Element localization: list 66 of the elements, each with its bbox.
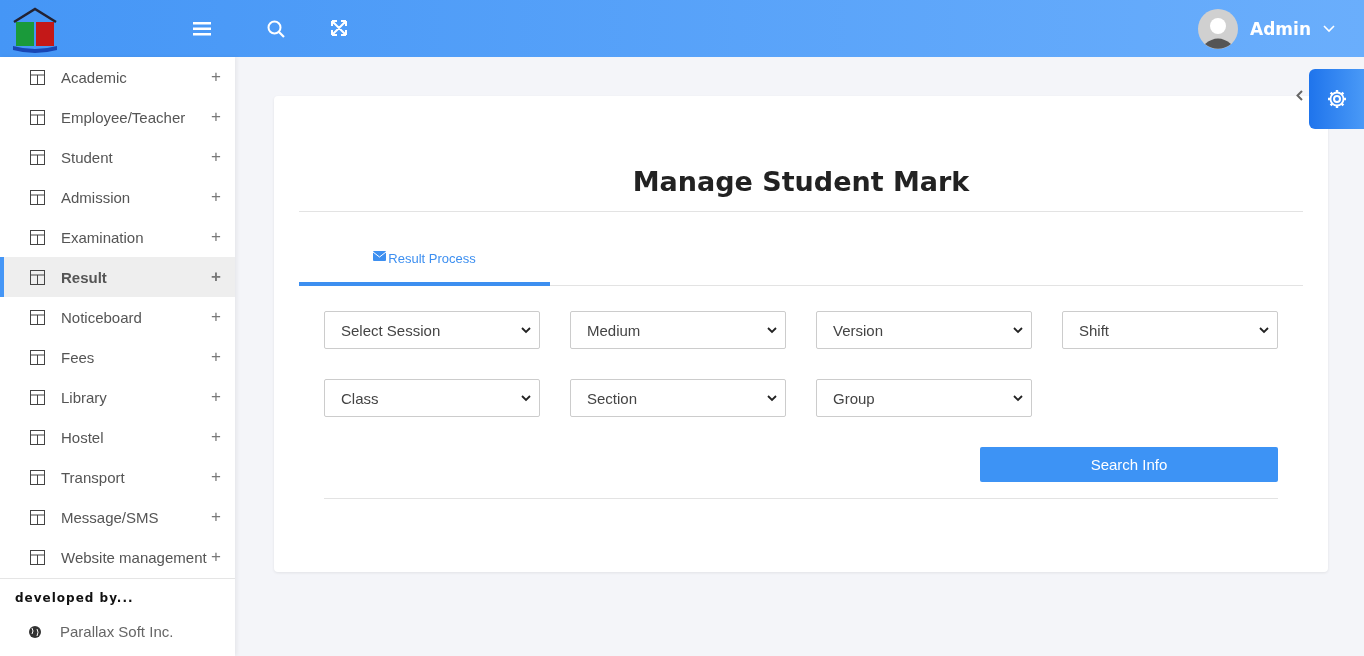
expand-sign[interactable]: + — [211, 427, 221, 447]
sidebar-item[interactable]: Hostel + — [0, 417, 235, 457]
dropdown-field[interactable]: Section — [570, 379, 786, 417]
expand-sign[interactable]: + — [211, 107, 221, 127]
sidebar-item[interactable]: Academic + — [0, 57, 235, 97]
chevron-down-icon — [1013, 326, 1023, 334]
dropdown-field[interactable]: Select Session — [324, 311, 540, 349]
layout-icon — [30, 429, 45, 445]
layout-icon — [30, 469, 45, 485]
expand-sign[interactable]: + — [211, 507, 221, 527]
chevron-down-icon — [1323, 24, 1335, 33]
sidebar-item[interactable]: Message/SMS + — [0, 497, 235, 537]
expand-sign[interactable]: + — [211, 547, 221, 567]
chevron-left-icon — [1296, 90, 1303, 101]
layout-icon — [30, 509, 45, 525]
dropdown-field[interactable]: Class — [324, 379, 540, 417]
expand-sign[interactable]: + — [211, 467, 221, 487]
sidebar-item[interactable]: Examination + — [0, 217, 235, 257]
expand-sign[interactable]: + — [211, 67, 221, 87]
sidebar-item[interactable]: Student + — [0, 137, 235, 177]
chevron-down-icon — [767, 326, 777, 334]
expand-sign[interactable]: + — [211, 227, 221, 247]
layout-icon — [30, 149, 45, 165]
avatar-icon — [1198, 8, 1238, 49]
layout-icon — [30, 309, 45, 325]
sidebar-item[interactable]: Website management + — [0, 537, 235, 577]
dropdown-field[interactable]: Shift — [1062, 311, 1278, 349]
sidebar-item[interactable]: Library + — [0, 377, 235, 417]
dropdown-field[interactable]: Version — [816, 311, 1032, 349]
expand-sign[interactable]: + — [211, 347, 221, 367]
layout-icon — [30, 229, 45, 245]
chevron-down-icon — [521, 394, 531, 402]
expand-sign[interactable]: + — [211, 267, 221, 287]
search-icon — [267, 19, 285, 38]
sidebar-item[interactable]: Admission + — [0, 177, 235, 217]
layout-icon — [30, 269, 45, 285]
sidebar-item[interactable]: Employee/Teacher + — [0, 97, 235, 137]
chevron-down-icon — [767, 394, 777, 402]
expand-sign[interactable]: + — [211, 187, 221, 207]
expand-arrows-icon — [331, 19, 347, 36]
expand-sign[interactable]: + — [211, 307, 221, 327]
sidebar-item[interactable]: Transport + — [0, 457, 235, 497]
expand-sign[interactable]: + — [211, 387, 221, 407]
dropdown-field[interactable]: Medium — [570, 311, 786, 349]
chevron-down-icon — [521, 326, 531, 334]
layout-icon — [30, 69, 45, 85]
chevron-down-icon — [1259, 326, 1269, 334]
sidebar-item[interactable]: Noticeboard + — [0, 297, 235, 337]
dropdown-field[interactable]: Group — [816, 379, 1032, 417]
layout-icon — [30, 189, 45, 205]
layout-icon — [30, 109, 45, 125]
layout-icon — [30, 549, 45, 565]
settings-icon — [1326, 88, 1348, 110]
sidebar-item[interactable]: Result + — [0, 257, 235, 297]
sidebar-item[interactable]: Fees + — [0, 337, 235, 377]
chevron-down-icon — [1013, 394, 1023, 402]
layout-icon — [30, 389, 45, 405]
envelope-icon — [373, 251, 387, 261]
expand-sign[interactable]: + — [211, 147, 221, 167]
layout-icon — [30, 349, 45, 365]
settings-button[interactable] — [1309, 69, 1364, 129]
globe-icon — [28, 624, 42, 639]
footer-heading: developed by... — [14, 590, 135, 607]
page-title: Manage Student Mark — [299, 96, 1303, 212]
menu-icon — [193, 21, 211, 36]
developer-name: Parallax Soft Inc. — [60, 623, 174, 640]
